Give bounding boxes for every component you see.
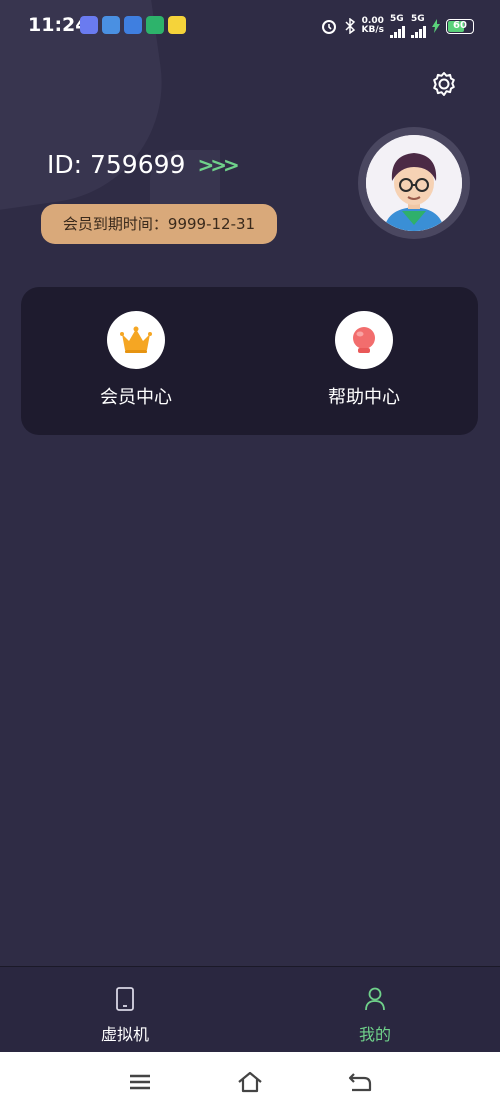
signal-bars-icon	[411, 24, 426, 38]
help-center-label: 帮助中心	[328, 387, 400, 408]
app-notification-icon	[146, 16, 164, 34]
tab-label: 我的	[358, 1025, 391, 1044]
app-notification-icon	[102, 16, 120, 34]
back-icon[interactable]	[346, 1068, 374, 1096]
bluetooth-icon	[344, 18, 355, 34]
tab-mine[interactable]: 我的	[315, 987, 435, 1045]
person-icon	[365, 987, 385, 1011]
app-notification-icon	[168, 16, 186, 34]
help-center-button[interactable]: 帮助中心	[289, 311, 439, 409]
tab-virtual-machine[interactable]: 虚拟机	[65, 987, 185, 1045]
tab-label: 虚拟机	[100, 1025, 149, 1044]
menu-icon[interactable]	[126, 1068, 154, 1096]
vip-center-label: 会员中心	[100, 387, 172, 408]
avatar[interactable]	[358, 127, 470, 239]
lightbulb-icon	[353, 327, 375, 353]
avatar-illustration-icon	[366, 135, 462, 231]
alarm-icon	[321, 20, 336, 34]
bottom-tab-bar: 虚拟机 我的	[0, 966, 500, 1053]
app-notification-icon	[80, 16, 98, 34]
settings-gear-icon[interactable]	[430, 70, 458, 98]
user-id[interactable]: ID: 759699 >>>	[47, 150, 240, 179]
vip-expiry-badge: 会员到期时间：9999-12-31	[41, 204, 277, 244]
system-nav-bar	[0, 1052, 500, 1111]
home-icon[interactable]	[236, 1068, 264, 1096]
signal-sim2: 5G	[411, 14, 426, 38]
notification-icons	[80, 16, 186, 34]
user-id-text: ID: 759699	[47, 150, 186, 179]
battery-icon: 60	[446, 18, 474, 34]
chevrons-right-icon: >>>	[197, 152, 239, 177]
charging-icon	[432, 19, 440, 33]
status-indicators: 0.00 KB/s 5G 5G 60	[320, 14, 474, 38]
signal-bars-icon	[390, 24, 405, 38]
vip-center-button[interactable]: 会员中心	[61, 311, 211, 409]
signal-sim1: 5G	[390, 14, 405, 38]
phone-icon	[116, 987, 134, 1011]
crown-icon	[120, 326, 152, 353]
app-notification-icon	[124, 16, 142, 34]
menu-card: 会员中心 帮助中心	[21, 287, 478, 435]
status-bar: 11:24 0.00 KB/s 5G 5G 60	[0, 0, 500, 52]
network-speed: 0.00 KB/s	[361, 16, 384, 35]
